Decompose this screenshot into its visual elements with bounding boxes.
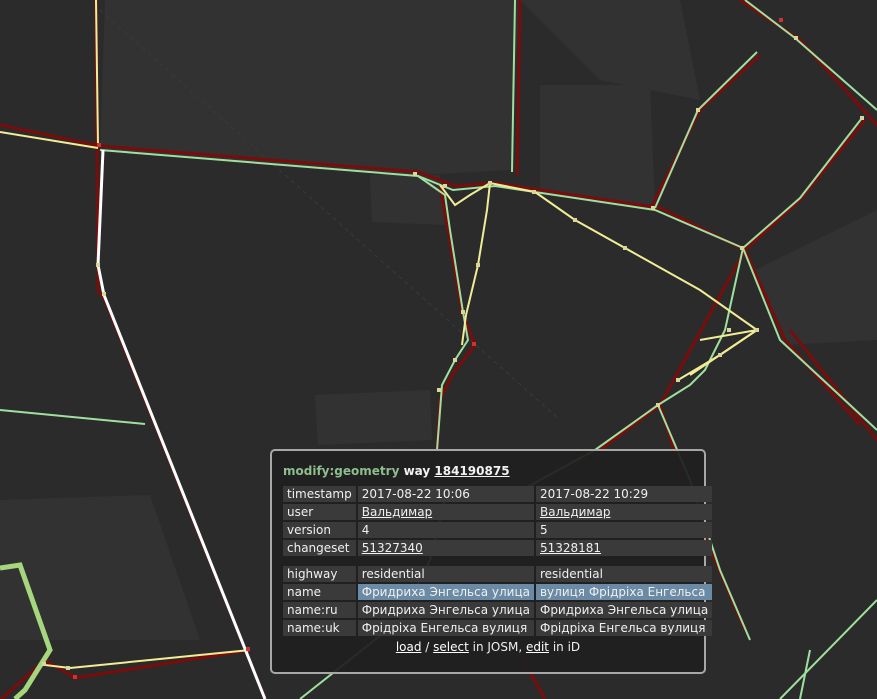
row-key: name (283, 584, 356, 600)
row-old-cell: 4 (357, 522, 534, 538)
row-new-cell: 51328181 (535, 540, 713, 556)
row-old-cell: residential (357, 566, 534, 582)
row-old-link[interactable]: 51327340 (362, 541, 423, 555)
load-link[interactable]: load (396, 640, 422, 654)
row-new-link[interactable]: 51328181 (540, 541, 601, 555)
popup-type: way (403, 464, 431, 478)
diff-table: timestamp 2017-08-22 10:06 2017-08-22 10:2… (281, 484, 714, 638)
row-old-cell: 2017-08-22 10:06 (357, 486, 534, 502)
footer-sep: / (421, 640, 434, 654)
row-new-cell: 2017-08-22 10:29 (535, 486, 713, 502)
row-old-cell: Фрідріха Енгельса вулиця (357, 620, 534, 636)
meta-row: user Вальдимар Вальдимар (283, 504, 713, 520)
row-old-cell: 51327340 (357, 540, 534, 556)
select-link[interactable]: select (433, 640, 469, 654)
popup-action: modify:geometry (283, 464, 400, 478)
row-old-cell: Вальдимар (357, 504, 534, 520)
row-key: timestamp (283, 486, 356, 502)
edit-link[interactable]: edit (526, 640, 549, 654)
tag-row: highway residential residential (283, 566, 713, 582)
row-key: user (283, 504, 356, 520)
meta-row: timestamp 2017-08-22 10:06 2017-08-22 10:2… (283, 486, 713, 502)
meta-row: version 4 5 (283, 522, 713, 538)
tag-row: name:uk Фрідріха Енгельса вулиця Фрідріха … (283, 620, 713, 636)
way-id-link[interactable]: 184190875 (434, 464, 509, 478)
row-new-cell: Фрідріха Енгельса вулиця (535, 620, 713, 636)
row-new-cell: residential (535, 566, 713, 582)
footer-id-text: in iD (549, 640, 581, 654)
row-new-cell: Вальдимар (535, 504, 713, 520)
diff-popup: modify:geometry way 184190875 timestamp 2… (270, 449, 713, 674)
row-new-cell: 5 (535, 522, 713, 538)
footer-josm-text: in JOSM, (468, 640, 526, 654)
row-old-cell: Фридриха Энгельса улица (357, 584, 534, 600)
meta-row: changeset 51327340 51328181 (283, 540, 713, 556)
row-new-cell: вулиця Фрідріха Енгельса (535, 584, 713, 600)
row-key: highway (283, 566, 356, 582)
row-key: name:uk (283, 620, 356, 636)
table-spacer (283, 558, 712, 564)
row-key: name:ru (283, 602, 356, 618)
row-old-cell: Фридриха Энгельса улица (357, 602, 534, 618)
row-new-cell: Фридриха Энгельса улица (535, 602, 713, 618)
row-new-link[interactable]: Вальдимар (540, 505, 610, 519)
row-key: changeset (283, 540, 356, 556)
row-key: version (283, 522, 356, 538)
tag-row: name Фридриха Энгельса улица вулиця Фрідрі… (283, 584, 713, 600)
popup-header: modify:geometry way 184190875 (283, 462, 695, 480)
row-old-link[interactable]: Вальдимар (362, 505, 432, 519)
tag-row: name:ru Фридриха Энгельса улица Фридриха Э… (283, 602, 713, 618)
popup-footer: load / select in JOSM, edit in iD (281, 640, 695, 654)
